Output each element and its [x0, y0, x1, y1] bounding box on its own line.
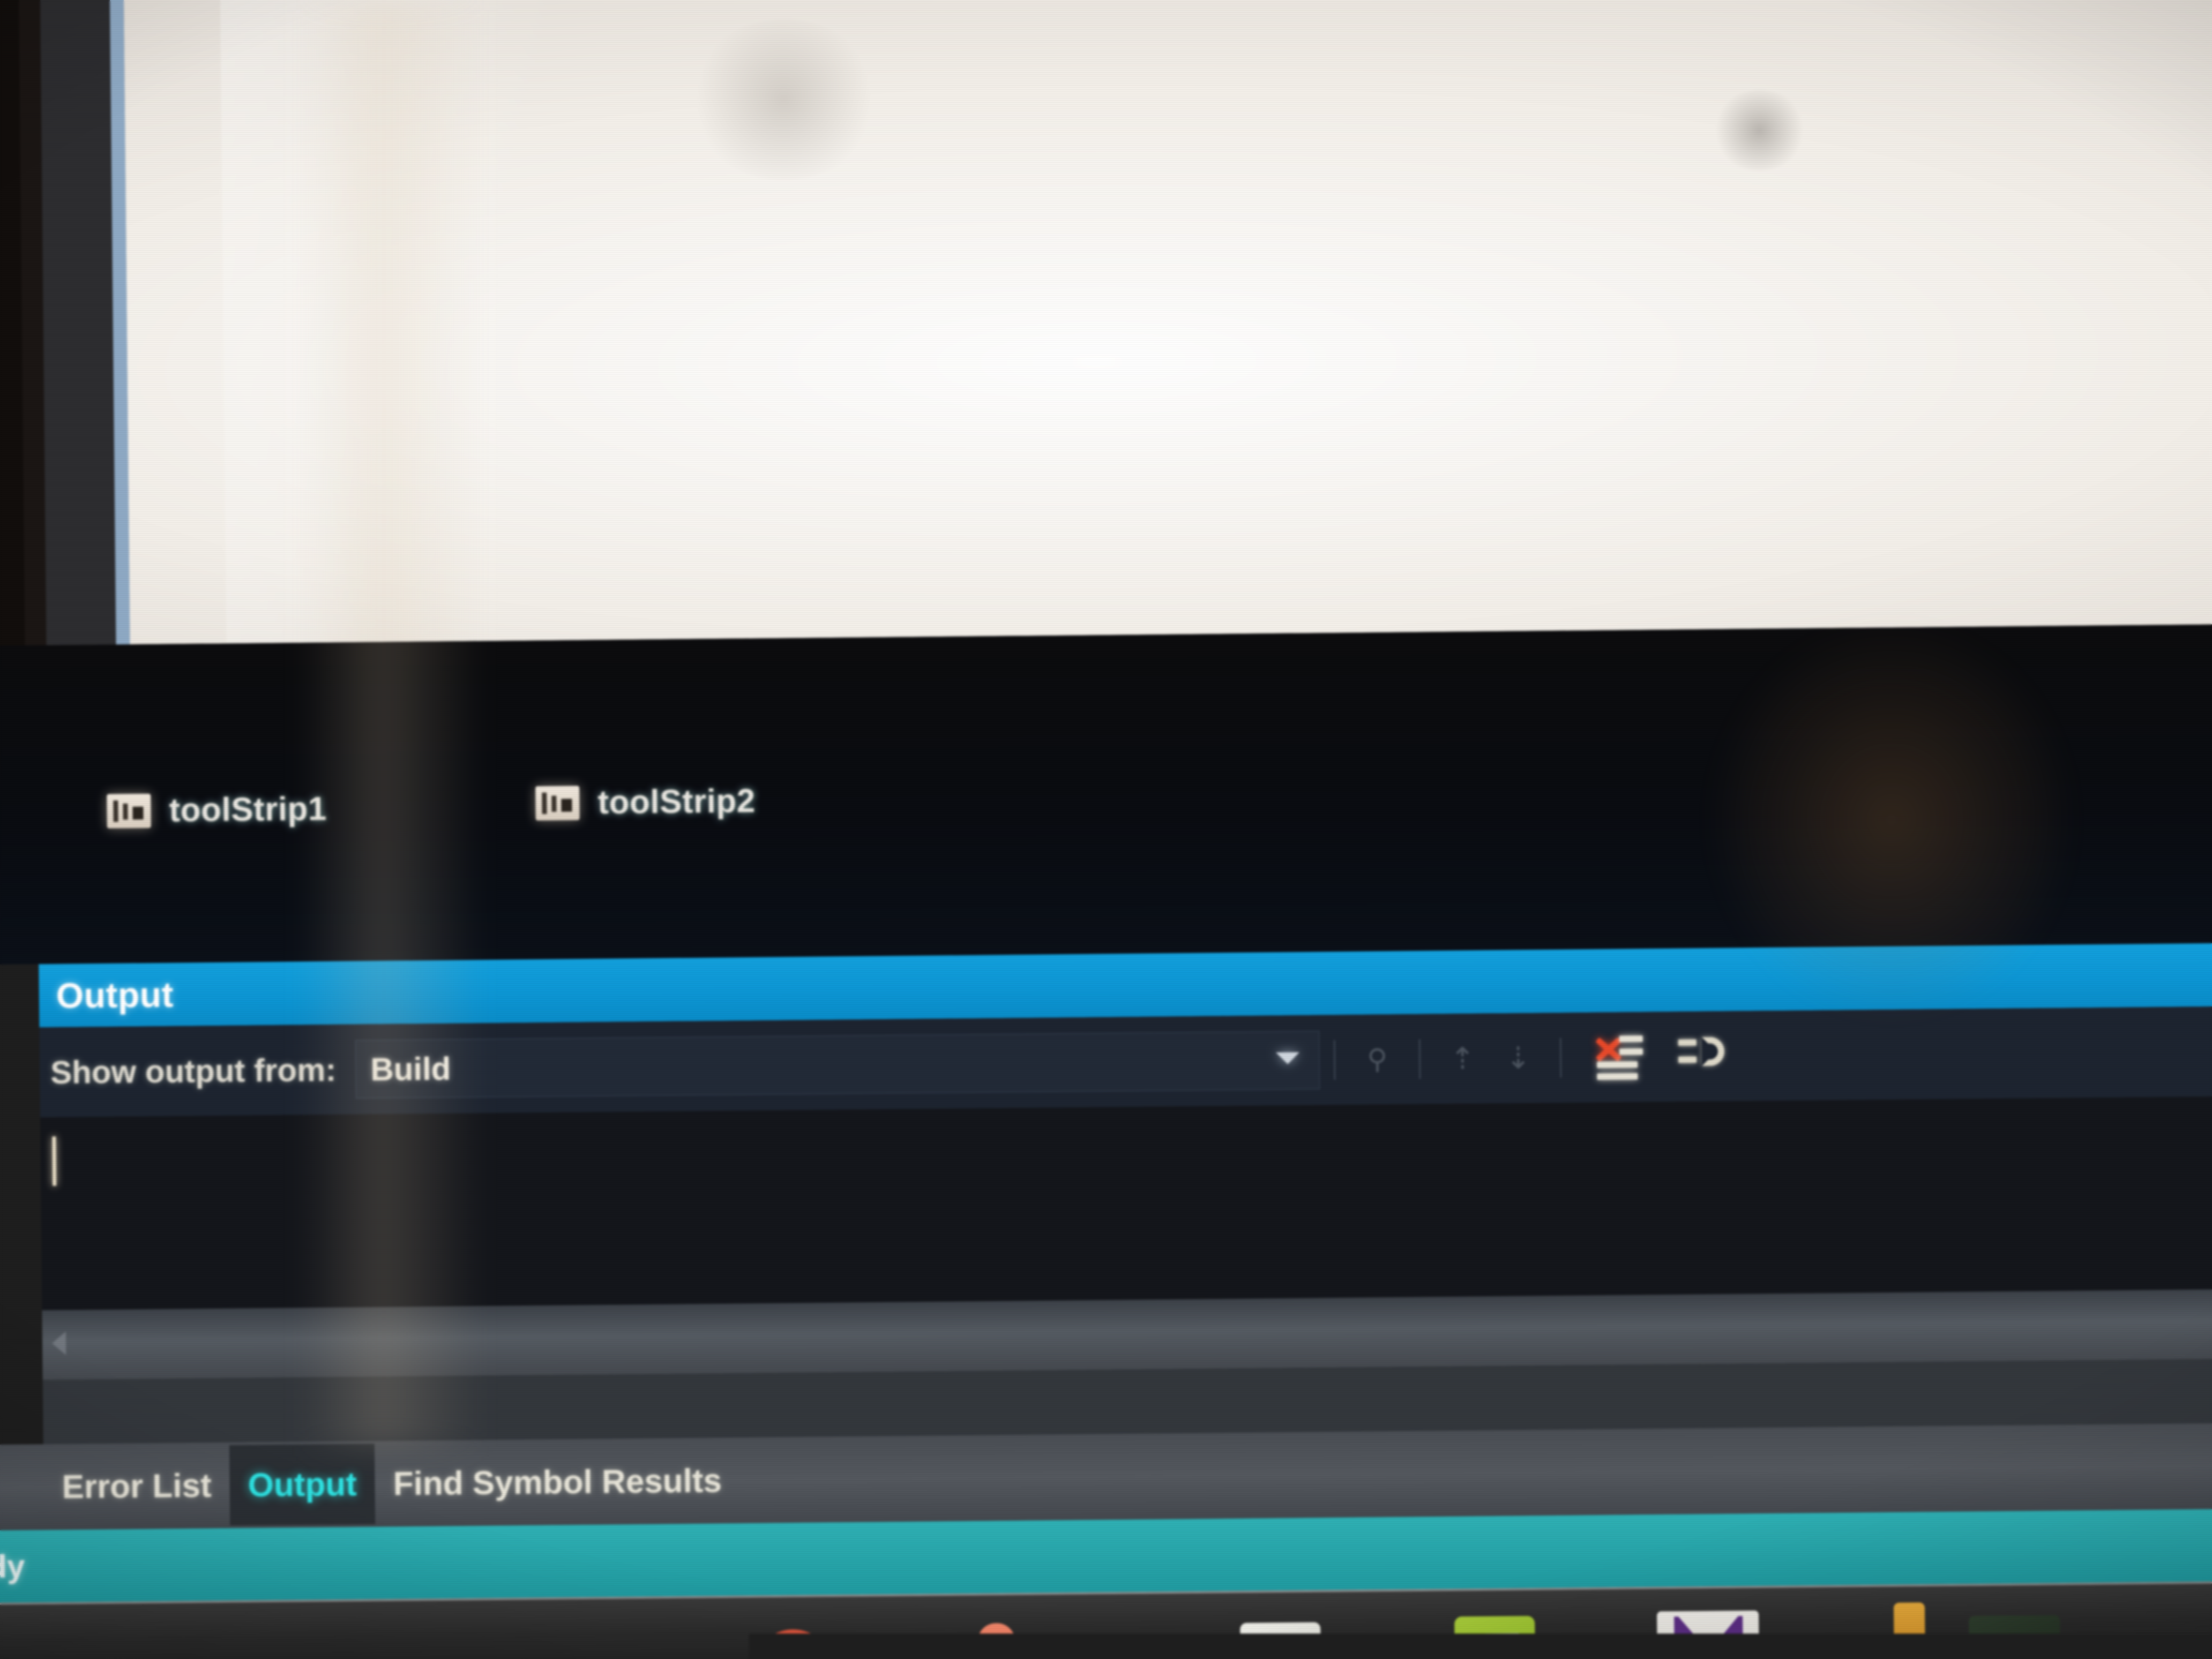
component-tray-item-label: toolStrip1	[169, 790, 327, 829]
clear-all-icon	[1593, 1032, 1642, 1082]
form-designer-surface[interactable]	[124, 0, 2212, 645]
toggle-word-wrap-button[interactable]	[1675, 1028, 1731, 1085]
taskbar-icon-gmail-m-glyph	[1674, 1616, 1743, 1659]
find-message-icon: ⚲	[1367, 1043, 1388, 1075]
chevron-down-icon[interactable]	[1276, 1052, 1299, 1064]
toolstrip-icon	[535, 786, 580, 820]
clear-all-button[interactable]	[1589, 1029, 1646, 1085]
screen-glare-sheen	[220, 0, 602, 644]
component-tray-item-label: toolStrip2	[597, 782, 756, 821]
screen-smudge	[686, 18, 881, 181]
toolstrip-icon	[107, 794, 151, 828]
tab-output[interactable]: Output	[229, 1444, 376, 1526]
show-output-from-combobox[interactable]: Build	[355, 1030, 1320, 1098]
taskbar-icon-orange-marker[interactable]	[977, 1623, 1016, 1659]
screen-content: toolStrip1 toolStrip2 Output Show output…	[0, 0, 2212, 1659]
tab-label: Output	[248, 1465, 357, 1504]
taskbar-icon-red-circle[interactable]	[752, 1629, 833, 1659]
taskbar-icon-green-glyph	[1481, 1633, 1519, 1659]
form-designer-panel	[40, 0, 2212, 651]
find-message-button[interactable]: ⚲	[1349, 1032, 1406, 1088]
scroll-left-arrow-icon[interactable]	[52, 1332, 66, 1355]
component-tray[interactable]: toolStrip1 toolStrip2	[0, 624, 2212, 965]
tab-error-list[interactable]: Error List	[43, 1445, 230, 1527]
show-output-from-value: Build	[370, 1050, 451, 1087]
output-text-area[interactable]	[40, 1096, 2212, 1310]
tab-label: Error List	[62, 1467, 212, 1506]
text-caret	[52, 1137, 56, 1186]
go-to-next-message-button[interactable]: ⇣	[1490, 1030, 1546, 1086]
tab-label: Find Symbol Results	[393, 1461, 722, 1503]
component-tray-item-toolstrip2[interactable]: toolStrip2	[535, 782, 756, 822]
taskbar-icon-dark[interactable]	[1969, 1615, 2060, 1659]
show-output-from-label: Show output from:	[50, 1051, 337, 1090]
toolbar-separator	[1419, 1039, 1421, 1079]
go-to-previous-message-button[interactable]: ⇡	[1434, 1030, 1491, 1087]
screen-smudge-2	[1711, 89, 1808, 171]
arrow-up-icon: ⇡	[1449, 1041, 1475, 1076]
tab-find-symbol-results[interactable]: Find Symbol Results	[375, 1440, 741, 1525]
word-wrap-icon	[1678, 1035, 1728, 1078]
toolbar-separator	[1560, 1038, 1562, 1078]
status-bar-text: ady	[0, 1548, 25, 1585]
output-panel-title: Output	[56, 974, 174, 1016]
taskbar-icon-teal-inner	[1257, 1639, 1306, 1659]
taskbar-icon-amber[interactable]	[1894, 1602, 1925, 1659]
output-tool-window: Output Show output from: Build ⚲ ⇡ ⇣	[39, 943, 2212, 1446]
monitor-photo: toolStrip1 toolStrip2 Output Show output…	[0, 0, 2212, 1659]
toolbar-separator	[1334, 1040, 1336, 1080]
component-tray-item-toolstrip1[interactable]: toolStrip1	[107, 790, 327, 830]
arrow-down-icon: ⇣	[1505, 1040, 1531, 1075]
